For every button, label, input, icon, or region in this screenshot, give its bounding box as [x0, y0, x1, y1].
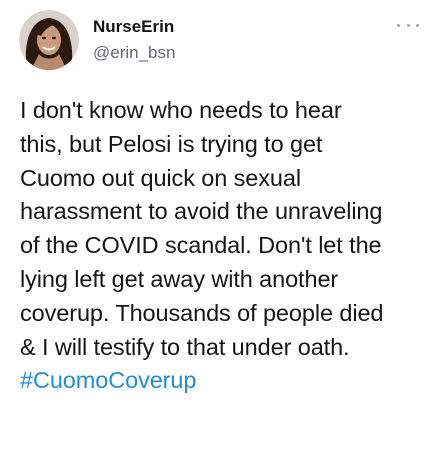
- tweet-line: Cuomo out quick on sexual: [20, 164, 301, 191]
- tweet-text: I don't know who needs to hear this, but…: [20, 94, 425, 398]
- more-dot: [406, 23, 410, 27]
- user-names: NurseErin @erin_bsn: [93, 16, 175, 64]
- more-horizontal-icon[interactable]: [397, 18, 419, 32]
- tweet-line: harassment to avoid the unraveling: [20, 198, 383, 225]
- tweet-header: NurseErin @erin_bsn: [19, 10, 419, 72]
- tweet-line: I don't know who needs to hear: [20, 97, 342, 123]
- tweet-line: coverup. Thousands of people died: [20, 299, 384, 326]
- avatar[interactable]: [19, 10, 79, 70]
- avatar-image: [19, 10, 79, 70]
- user-handle[interactable]: @erin_bsn: [93, 42, 175, 64]
- display-name[interactable]: NurseErin: [93, 16, 175, 38]
- more-dot: [416, 23, 419, 27]
- hashtag-link[interactable]: #CuomoCoverup: [20, 364, 425, 398]
- tweet-card: NurseErin @erin_bsn I don't know who nee…: [0, 0, 431, 450]
- tweet-line: this, but Pelosi is trying to get: [20, 130, 323, 157]
- tweet-line: lying left get away with another: [20, 265, 339, 292]
- tweet-line: of the COVID scandal. Don't let the: [20, 232, 382, 259]
- tweet-line: & I will testify to that under oath.: [20, 333, 350, 360]
- more-dot: [397, 23, 400, 27]
